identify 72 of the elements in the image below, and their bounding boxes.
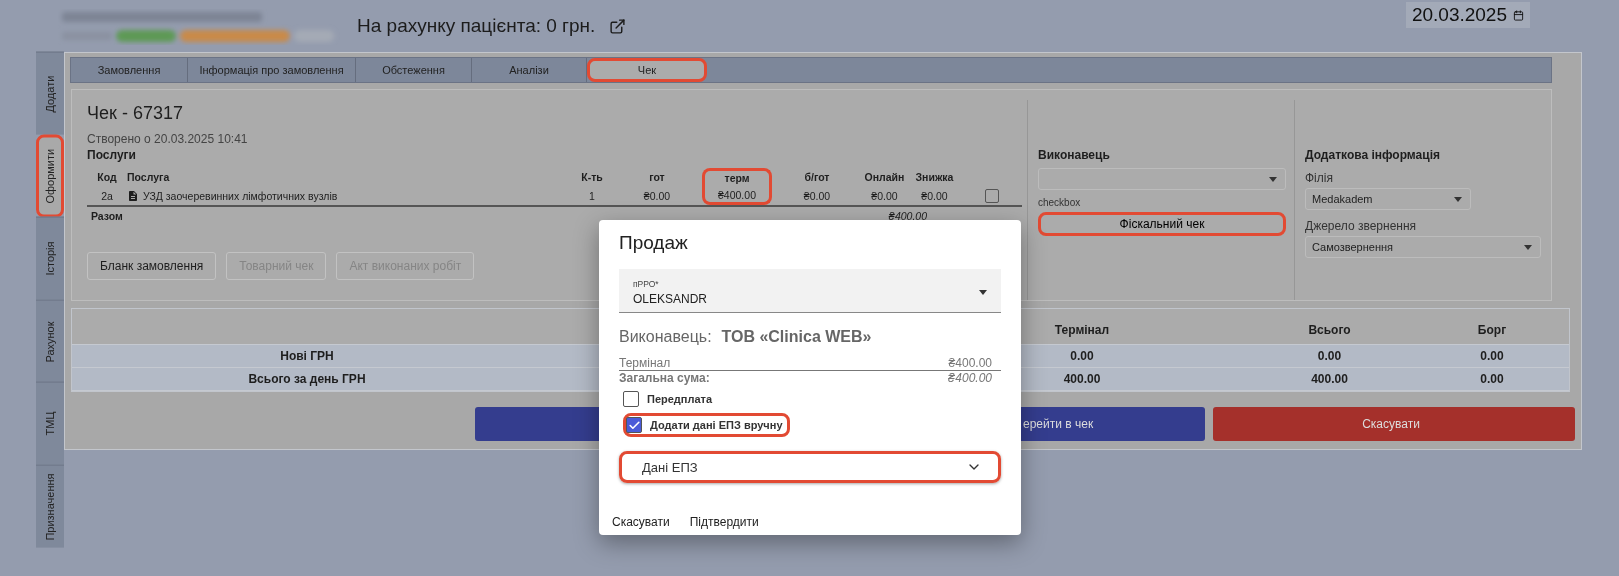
total-value: ₴400.00	[887, 210, 927, 222]
side-tab[interactable]: Призначення	[36, 464, 64, 548]
dialog-button[interactable]: Скасувати	[612, 515, 670, 529]
row-label: Нові ГРН	[279, 348, 335, 365]
dialog-button[interactable]: Підтвердити	[689, 515, 759, 529]
caret-icon	[1524, 244, 1532, 250]
table-cell: 400.00	[1311, 372, 1348, 386]
field-label: Філія	[1305, 171, 1334, 185]
table-cell-text: ₴0.00	[870, 188, 899, 204]
performer-label: Виконавець:	[619, 328, 712, 346]
checkbox[interactable]	[985, 188, 999, 203]
column-header: Всього	[1308, 323, 1351, 337]
field-label: Джерело звернення	[1305, 219, 1418, 233]
side-tab[interactable]: ТМЦ	[36, 382, 64, 465]
receipt-title: Чек - 67317	[87, 103, 184, 124]
table-cell: 0.00	[1480, 349, 1504, 363]
action-button[interactable]: Бланк замовлення	[87, 252, 217, 280]
table-cell-text: ₴0.00	[802, 188, 832, 204]
table-cell: 0.00	[1480, 372, 1504, 386]
table-cell: 400.00	[1063, 372, 1101, 386]
select-field[interactable]: Самозвернення	[1305, 236, 1541, 258]
calendar-icon	[1513, 9, 1524, 21]
fiscal-receipt-button[interactable]: Фіскальний чек	[1038, 212, 1286, 236]
table-cell-text: 1	[588, 188, 596, 204]
column-header: Код	[96, 170, 118, 185]
created-date: Створено о 20.03.2025 10:41	[87, 132, 249, 146]
table-cell: 0.00	[1317, 349, 1342, 363]
caret-icon	[1454, 196, 1462, 202]
table-cell: 0.00	[1070, 349, 1094, 363]
table-cell-text: ₴0.00	[920, 188, 949, 204]
caret-icon	[979, 290, 987, 295]
column-header: К-ть	[580, 170, 604, 185]
table-cell: УЗД заочеревинних лімфотичних вузлів	[143, 189, 338, 202]
performer-title: Виконавець	[1038, 148, 1111, 162]
column-header: б/гот	[803, 170, 831, 185]
total-sum-value: ₴400.00	[947, 371, 992, 385]
column-header: Термінал	[1054, 323, 1110, 337]
column-header: Послуга	[127, 170, 171, 185]
table-cell-text: ₴0.00	[642, 188, 672, 204]
epz-data-accordion[interactable]: Дані ЕПЗ	[619, 451, 1001, 483]
checkbox[interactable]	[623, 391, 639, 407]
cancel-button[interactable]: Скасувати	[1213, 407, 1575, 441]
payment-amount: ₴400.00	[948, 356, 992, 370]
date-field[interactable]: 20.03.2025	[1405, 2, 1530, 28]
section-title: Послуги	[87, 148, 137, 162]
performer-value: ТОВ «Clinica WEB»	[721, 328, 872, 346]
column-header: терм	[702, 168, 772, 186]
payment-label: Термінал	[619, 356, 671, 370]
tab[interactable]: Чек	[587, 58, 707, 82]
checkbox[interactable]	[626, 417, 642, 433]
side-tab[interactable]: Оформити	[36, 134, 64, 218]
select-field[interactable]: Medakadem	[1305, 188, 1471, 210]
total-label: Разом	[91, 210, 123, 222]
column-header: гот	[648, 170, 666, 185]
row-label: Всього за день ГРН	[247, 371, 367, 388]
side-tab[interactable]: Історія	[36, 217, 64, 300]
account-balance: На рахунку пацієнта: 0 грн.	[357, 15, 596, 37]
additional-info-title: Додаткова інформація	[1305, 148, 1441, 162]
table-cell-text: 2а	[100, 188, 114, 204]
external-link-icon[interactable]	[609, 17, 627, 35]
prro-select[interactable]: пРРО* OLEKSANDR	[619, 269, 1001, 313]
checkbox-note: checkbox	[1038, 197, 1082, 208]
column-header: Борг	[1477, 323, 1507, 337]
side-tab[interactable]: Додати	[36, 52, 64, 135]
caret-icon	[1269, 176, 1277, 182]
side-tab[interactable]: Рахунок	[36, 299, 64, 383]
total-sum-label: Загальна сума:	[619, 371, 710, 385]
column-header: Онлайн	[863, 170, 906, 185]
column-header: Знижка	[914, 170, 955, 185]
dialog-title: Продаж	[619, 232, 689, 254]
document-icon	[127, 189, 139, 202]
checkbox-label[interactable]: Передплата	[647, 393, 713, 405]
